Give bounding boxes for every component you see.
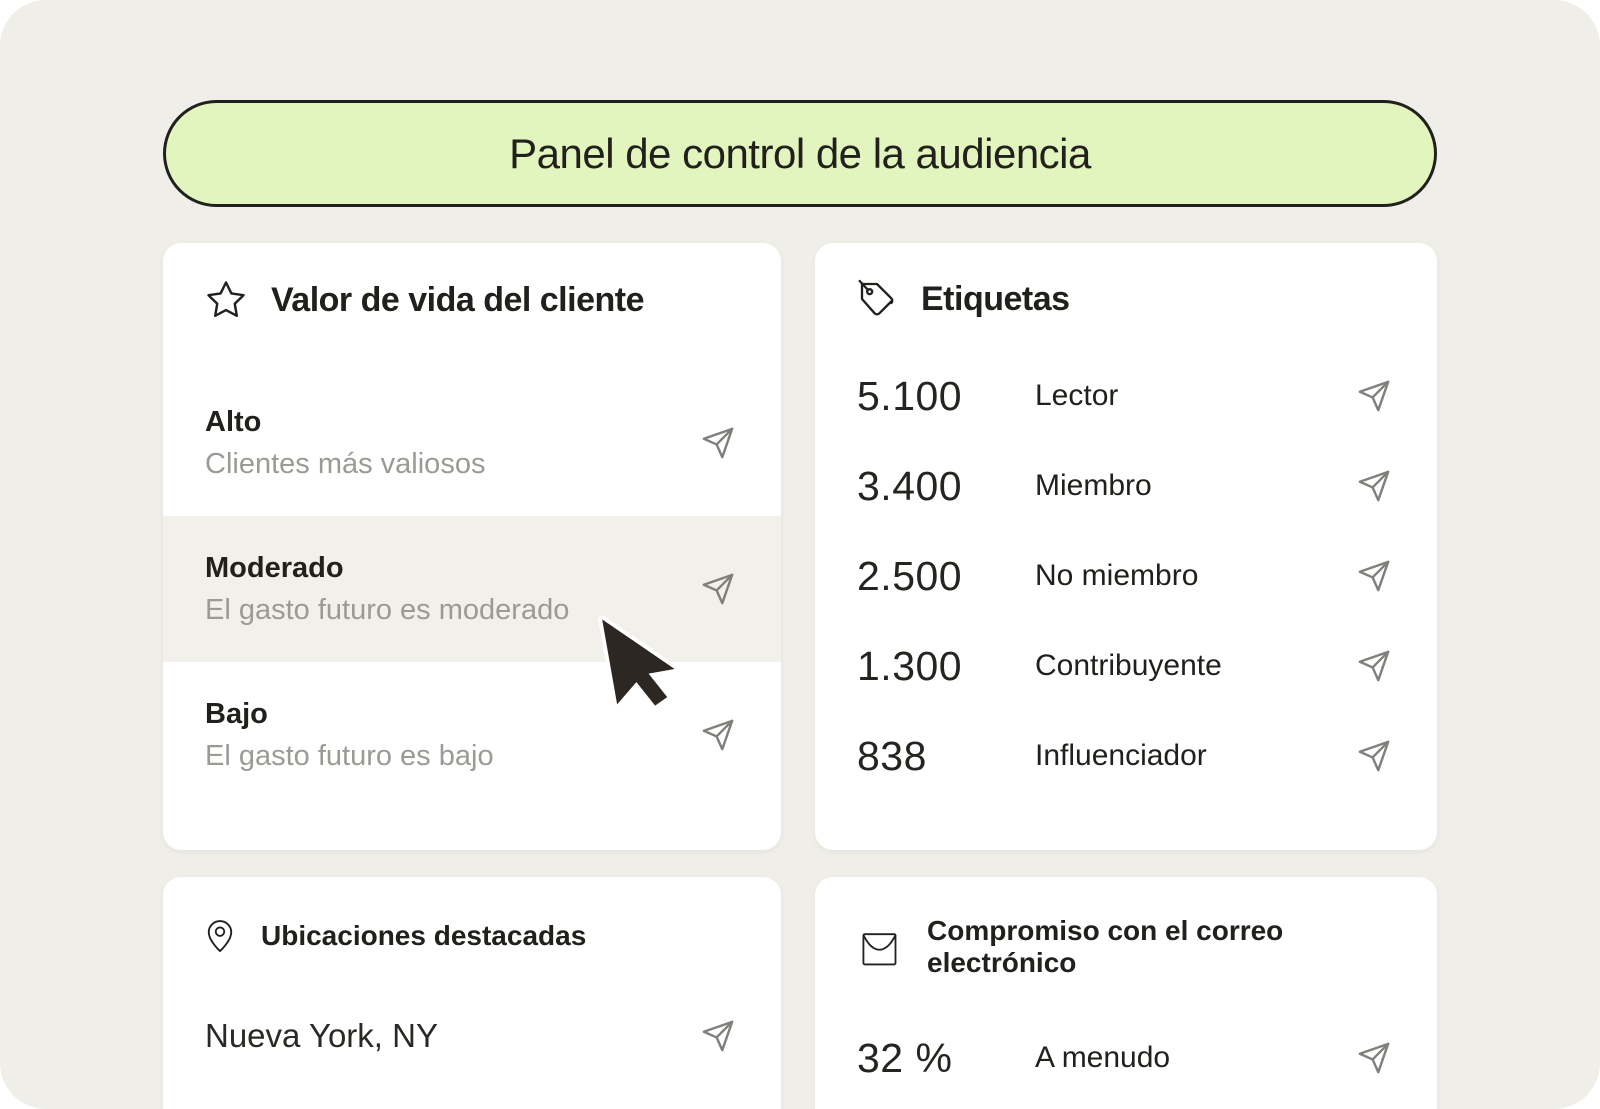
send-icon[interactable]	[1357, 379, 1391, 413]
card-title: Valor de vida del cliente	[271, 281, 644, 320]
send-icon[interactable]	[1357, 649, 1391, 683]
tag-count: 1.300	[857, 643, 1035, 690]
page-title: Panel de control de la audiencia	[509, 130, 1091, 178]
clv-row-description: El gasto futuro es bajo	[205, 740, 494, 773]
clv-row-label: Moderado	[205, 552, 569, 585]
email-percentage: 32 %	[857, 1035, 1035, 1082]
clv-row-list: Alto Clientes más valiosos Moderado El g…	[163, 370, 781, 808]
card-email-engagement: Compromiso con el correo electrónico 32 …	[815, 877, 1437, 1109]
dashboard-title-banner: Panel de control de la audiencia	[163, 100, 1437, 207]
envelope-icon	[857, 925, 901, 969]
clv-row-description: El gasto futuro es moderado	[205, 594, 569, 627]
card-title: Compromiso con el correo electrónico	[927, 915, 1392, 979]
clv-row-texts: Moderado El gasto futuro es moderado	[205, 552, 569, 627]
audience-dashboard-page: Panel de control de la audiencia Valor d…	[0, 0, 1600, 1109]
card-title: Etiquetas	[921, 280, 1070, 319]
clv-row-label: Alto	[205, 406, 485, 439]
tag-count: 3.400	[857, 463, 1035, 510]
tag-row-list: 5.100 Lector 3.400 Miembro 2.500	[815, 351, 1437, 801]
send-icon[interactable]	[1357, 469, 1391, 503]
send-icon[interactable]	[1357, 1041, 1391, 1075]
card-tags: Etiquetas 5.100 Lector 3.400 Miembro	[815, 243, 1437, 850]
clv-row-alto[interactable]: Alto Clientes más valiosos	[163, 370, 781, 516]
location-pin-icon	[205, 915, 235, 957]
location-label: Nueva York, NY	[205, 1017, 701, 1055]
tag-label: Contribuyente	[1035, 649, 1357, 683]
send-icon[interactable]	[701, 718, 735, 752]
tag-label: Lector	[1035, 379, 1357, 413]
email-label: A menudo	[1035, 1041, 1357, 1075]
clv-row-description: Clientes más valiosos	[205, 448, 485, 481]
card-header: Ubicaciones destacadas	[163, 877, 781, 957]
tag-label: No miembro	[1035, 559, 1357, 593]
clv-row-texts: Bajo El gasto futuro es bajo	[205, 698, 494, 773]
send-icon[interactable]	[701, 426, 735, 460]
tag-row-miembro[interactable]: 3.400 Miembro	[815, 441, 1437, 531]
card-header: Valor de vida del cliente	[163, 243, 781, 321]
tag-count: 2.500	[857, 553, 1035, 600]
tag-row-contribuyente[interactable]: 1.300 Contribuyente	[815, 621, 1437, 711]
tag-row-influenciador[interactable]: 838 Influenciador	[815, 711, 1437, 801]
card-header: Compromiso con el correo electrónico	[815, 877, 1437, 979]
clv-row-label: Bajo	[205, 698, 494, 731]
email-row-a-menudo[interactable]: 32 % A menudo	[815, 1013, 1437, 1103]
card-featured-locations: Ubicaciones destacadas Nueva York, NY	[163, 877, 781, 1109]
tag-label: Influenciador	[1035, 739, 1357, 773]
tag-row-lector[interactable]: 5.100 Lector	[815, 351, 1437, 441]
tag-row-no-miembro[interactable]: 2.500 No miembro	[815, 531, 1437, 621]
tag-icon	[857, 279, 897, 319]
clv-row-bajo[interactable]: Bajo El gasto futuro es bajo	[163, 662, 781, 808]
star-icon	[205, 279, 247, 321]
tag-count: 5.100	[857, 373, 1035, 420]
card-title: Ubicaciones destacadas	[261, 920, 586, 952]
send-icon[interactable]	[701, 1019, 735, 1053]
clv-row-texts: Alto Clientes más valiosos	[205, 406, 485, 481]
send-icon[interactable]	[701, 572, 735, 606]
tag-count: 838	[857, 733, 1035, 780]
clv-row-moderado[interactable]: Moderado El gasto futuro es moderado	[163, 516, 781, 662]
send-icon[interactable]	[1357, 559, 1391, 593]
card-header: Etiquetas	[815, 243, 1437, 319]
card-customer-lifetime-value: Valor de vida del cliente Alto Clientes …	[163, 243, 781, 850]
tag-label: Miembro	[1035, 469, 1357, 503]
location-row-nueva-york[interactable]: Nueva York, NY	[163, 991, 781, 1081]
send-icon[interactable]	[1357, 739, 1391, 773]
